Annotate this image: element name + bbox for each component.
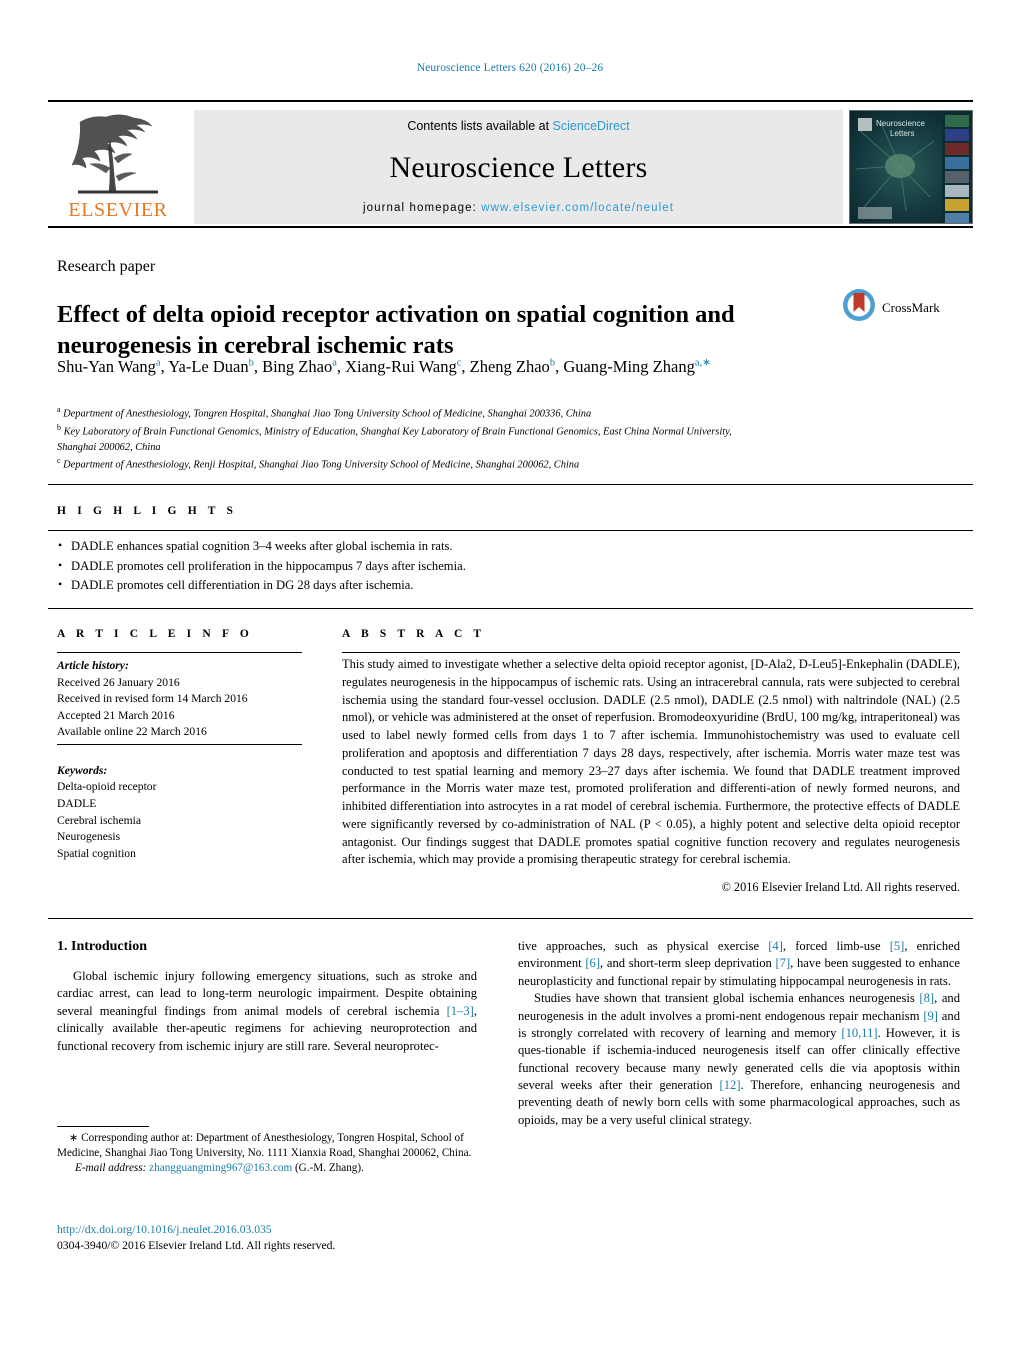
journal-title: Neuroscience Letters (389, 150, 648, 184)
corresponding-text: Corresponding author at: Department of A… (57, 1132, 472, 1160)
list-item: DADLE promotes cell proliferation in the… (57, 556, 937, 577)
journal-band: Contents lists available at ScienceDirec… (194, 110, 843, 224)
citation-ref[interactable]: [5] (890, 939, 905, 953)
abstract-text-column: This study aimed to investigate whether … (342, 656, 960, 896)
doi-block: http://dx.doi.org/10.1016/j.neulet.2016.… (57, 1222, 517, 1254)
keyword-item: Neurogenesis (57, 830, 121, 844)
keywords-block: Keywords: Delta-opioid receptor DADLE Ce… (57, 763, 302, 862)
paragraph: Studies have shown that transient global… (518, 990, 960, 1129)
elsevier-wordmark: ELSEVIER (68, 199, 168, 221)
affiliation-a: a Department of Anesthesiology, Tongren … (57, 405, 592, 420)
rule-keywords-divider (57, 744, 302, 746)
affiliation-list: a Department of Anesthesiology, Tongren … (57, 404, 747, 473)
history-received: Received 26 January 2016 (57, 675, 180, 689)
article-type-label: Research paper (57, 258, 156, 275)
rule-info-left (57, 652, 302, 654)
doi-link[interactable]: http://dx.doi.org/10.1016/j.neulet.2016.… (57, 1222, 517, 1238)
journal-masthead: ELSEVIER Contents lists available at Sci… (48, 100, 973, 228)
article-info-label: A R T I C L E I N F O (57, 628, 253, 640)
article-history-label: Article history: (57, 659, 129, 672)
corresponding-marker: ∗ (69, 1132, 79, 1144)
highlights-list: DADLE enhances spatial cognition 3–4 wee… (57, 536, 937, 596)
author-2[interactable]: Bing Zhaoa (262, 357, 337, 376)
keyword-item: Delta-opioid receptor (57, 780, 157, 794)
contents-prefix: Contents lists available at (407, 119, 553, 133)
paragraph-text: , and short-term sleep deprivation (600, 956, 776, 971)
abstract-body: This study aimed to investigate whether … (342, 657, 960, 867)
paragraph: Global ischemic injury following emergen… (57, 968, 477, 1055)
crossmark-badge[interactable]: CrossMark (842, 288, 940, 327)
citation-ref[interactable]: [7] (775, 956, 790, 970)
author-0[interactable]: Shu-Yan Wanga (57, 357, 161, 376)
abstract-copyright: © 2016 Elsevier Ireland Ltd. All rights … (721, 880, 960, 894)
homepage-line: journal homepage: www.elsevier.com/locat… (363, 202, 674, 214)
email-link[interactable]: zhangguangming967@163.com (149, 1162, 292, 1174)
keyword-item: Spatial cognition (57, 846, 136, 860)
keywords-label: Keywords: (57, 763, 108, 777)
keyword-item: Cerebral ischemia (57, 813, 142, 827)
body-column-right: tive approaches, such as physical exerci… (518, 938, 960, 1129)
abstract-label: A B S T R A C T (342, 628, 486, 640)
citation-ref[interactable]: [10,11] (841, 1026, 877, 1040)
citation-ref[interactable]: [1–3] (447, 1004, 474, 1018)
paragraph-text: Studies have shown that transient global… (534, 991, 920, 1006)
highlights-label: H I G H L I G H T S (57, 505, 238, 517)
page-title: Effect of delta opioid receptor activati… (57, 301, 735, 359)
citation-ref[interactable]: [6] (585, 956, 600, 970)
author-3[interactable]: Xiang-Rui Wangc (345, 357, 461, 376)
article-info-column: Article history: Received 26 January 201… (57, 658, 302, 862)
rule-below-abstract (48, 918, 973, 920)
email-label: E-mail address: (75, 1162, 147, 1175)
author-list: Shu-Yan Wanga, Ya-Le Duanb, Bing Zhaoa, … (57, 357, 711, 376)
journal-article-page: Neuroscience Letters 620 (2016) 20–26 EL… (0, 0, 1020, 1351)
list-item: DADLE enhances spatial cognition 3–4 wee… (57, 536, 937, 557)
author-1[interactable]: Ya-Le Duanb (168, 357, 254, 376)
author-4[interactable]: Zheng Zhaob (470, 357, 555, 376)
issn-copyright: 0304-3940/© 2016 Elsevier Ireland Ltd. A… (57, 1239, 336, 1253)
body-column-left: Global ischemic injury following emergen… (57, 968, 477, 1055)
footnote-divider (57, 1126, 149, 1128)
sciencedirect-link[interactable]: ScienceDirect (553, 119, 630, 133)
paragraph-text: tive approaches, such as physical exerci… (518, 939, 769, 953)
homepage-prefix: journal homepage: (362, 202, 482, 214)
paragraph: tive approaches, such as physical exerci… (518, 938, 960, 990)
rule-above-highlights (48, 484, 973, 486)
citation-ref[interactable]: [4] (768, 939, 783, 953)
citation-ref[interactable]: [9] (923, 1009, 938, 1023)
crossmark-label: CrossMark (882, 299, 940, 315)
rule-below-highlights-label (48, 530, 973, 532)
corresponding-author-note: ∗ Corresponding author at: Department of… (57, 1131, 477, 1161)
elsevier-logo: ELSEVIER (48, 110, 188, 224)
keyword-item: DADLE (57, 797, 97, 811)
elsevier-tree-icon (70, 110, 166, 198)
paragraph-text: , forced limb-use (782, 939, 890, 953)
history-online: Available online 22 March 2016 (57, 725, 207, 739)
footnote-block: ∗ Corresponding author at: Department of… (57, 1131, 477, 1176)
citation-ref[interactable]: [8] (919, 991, 934, 1005)
author-5[interactable]: Guang-Ming Zhanga,∗ (563, 357, 711, 376)
homepage-link[interactable]: www.elsevier.com/locate/neulet (481, 202, 674, 214)
paragraph-text: Global ischemic injury following emergen… (57, 969, 477, 1018)
citation-ref[interactable]: [12] (720, 1078, 741, 1092)
history-accepted: Accepted 21 March 2016 (57, 708, 175, 722)
article-history-block: Article history: Received 26 January 201… (57, 658, 302, 741)
contents-line: Contents lists available at ScienceDirec… (407, 119, 629, 133)
email-note: E-mail address: zhangguangming967@163.co… (57, 1161, 477, 1176)
affiliation-b: b Key Laboratory of Brain Functional Gen… (57, 422, 732, 453)
email-suffix: (G.-M. Zhang). (294, 1162, 364, 1175)
svg-text:Neuroscience: Neuroscience (876, 119, 925, 128)
rule-below-highlights (48, 608, 973, 610)
crossmark-icon (842, 288, 876, 327)
introduction-heading: 1. Introduction (57, 939, 147, 954)
affiliation-c: c Department of Anesthesiology, Renji Ho… (57, 455, 580, 471)
svg-text:Letters: Letters (890, 129, 914, 138)
history-revised: Received in revised form 14 March 2016 (57, 692, 248, 706)
rule-abstract (342, 652, 960, 654)
journal-cover-thumbnail: Neuroscience Letters (849, 110, 973, 224)
running-head: Neuroscience Letters 620 (2016) 20–26 (416, 62, 604, 74)
list-item: DADLE promotes cell differentiation in D… (57, 575, 937, 596)
